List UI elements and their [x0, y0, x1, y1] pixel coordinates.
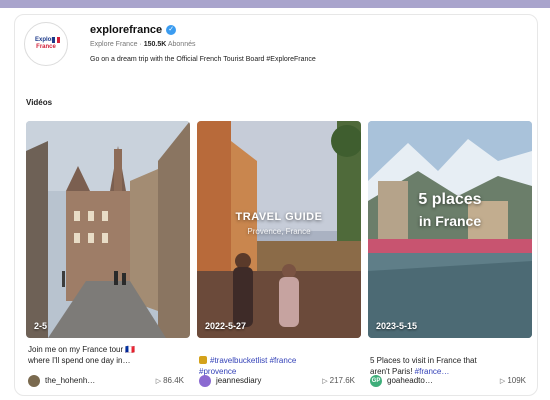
videos-section-title: Vidéos	[26, 98, 53, 107]
video-thumbnail[interactable]: 2-5	[26, 121, 190, 338]
video-author-row: jeannesdiary ▷ 217.6K	[199, 374, 359, 388]
video-thumbnail[interactable]: TRAVEL GUIDE Provence, France 2022-5-27	[197, 121, 361, 338]
video-date: 2-5	[34, 321, 48, 331]
video-card[interactable]: TRAVEL GUIDE Provence, France 2022-5-27 …	[197, 121, 361, 387]
author-name[interactable]: the_hohenh…	[45, 376, 95, 385]
author-avatar[interactable]	[199, 375, 211, 387]
video-card[interactable]: 2-5 Join me on my France tour 🇫🇷 where I…	[26, 121, 190, 387]
play-icon: ▷	[155, 378, 162, 385]
view-count-value: 217.6K	[329, 376, 355, 385]
author-avatar[interactable]: GP	[370, 375, 382, 387]
flag-icon	[52, 37, 61, 43]
profile-avatar[interactable]: Explore France	[24, 22, 68, 66]
view-count-value: 86.4K	[163, 376, 184, 385]
profile-handle[interactable]: explorefrance	[90, 24, 162, 36]
view-count: ▷ 109K	[500, 376, 526, 385]
video-date: 2023-5-15	[376, 321, 418, 331]
video-date: 2022-5-27	[205, 321, 247, 331]
profile-meta: Explore France · 150.5K Abonnés	[90, 41, 196, 48]
play-icon: ▷	[499, 378, 506, 385]
followers-label: Abonnés	[167, 41, 196, 48]
profile-name-row: explorefrance ✓	[90, 24, 177, 36]
view-count: ▷ 86.4K	[156, 376, 184, 385]
top-bar	[0, 0, 550, 8]
caption-hashtags[interactable]: #travelbucketlist #france	[210, 356, 296, 365]
followers-count: 150.5K	[143, 41, 167, 48]
play-icon: ▷	[322, 378, 328, 385]
video-author-row: GP goaheadto… ▷ 109K	[370, 374, 530, 388]
overlay-subtitle: Provence, France	[247, 227, 311, 236]
view-count-value: 109K	[507, 376, 526, 385]
pin-icon	[199, 356, 207, 364]
overlay-subtitle: in France	[418, 213, 482, 229]
author-avatar[interactable]	[28, 375, 40, 387]
street-scene-image	[26, 121, 190, 338]
video-card[interactable]: 5 places in France 2023-5-15 5 Places to…	[368, 121, 532, 387]
caption-text-1[interactable]: 5 Places to visit in France that	[370, 356, 477, 365]
author-name[interactable]: goaheadto…	[387, 376, 433, 385]
video-caption[interactable]: Join me on my France tour 🇫🇷 where I'll …	[28, 344, 188, 366]
author-name[interactable]: jeannesdiary	[216, 376, 261, 385]
profile-bio: Go on a dream trip with the Official Fre…	[90, 56, 316, 63]
video-thumbnail[interactable]: 5 places in France 2023-5-15	[368, 121, 532, 338]
overlay-title: TRAVEL GUIDE	[235, 211, 323, 223]
verified-check-icon: ✓	[166, 25, 177, 35]
view-count: ▷ 217.6K	[322, 376, 355, 385]
profile-display-name: Explore France	[90, 41, 138, 48]
overlay-title: 5 places	[418, 191, 482, 208]
logo-text-line2: France	[36, 44, 56, 50]
alpine-village-image	[368, 121, 532, 338]
video-author-row: the_hohenh… ▷ 86.4K	[28, 374, 188, 388]
